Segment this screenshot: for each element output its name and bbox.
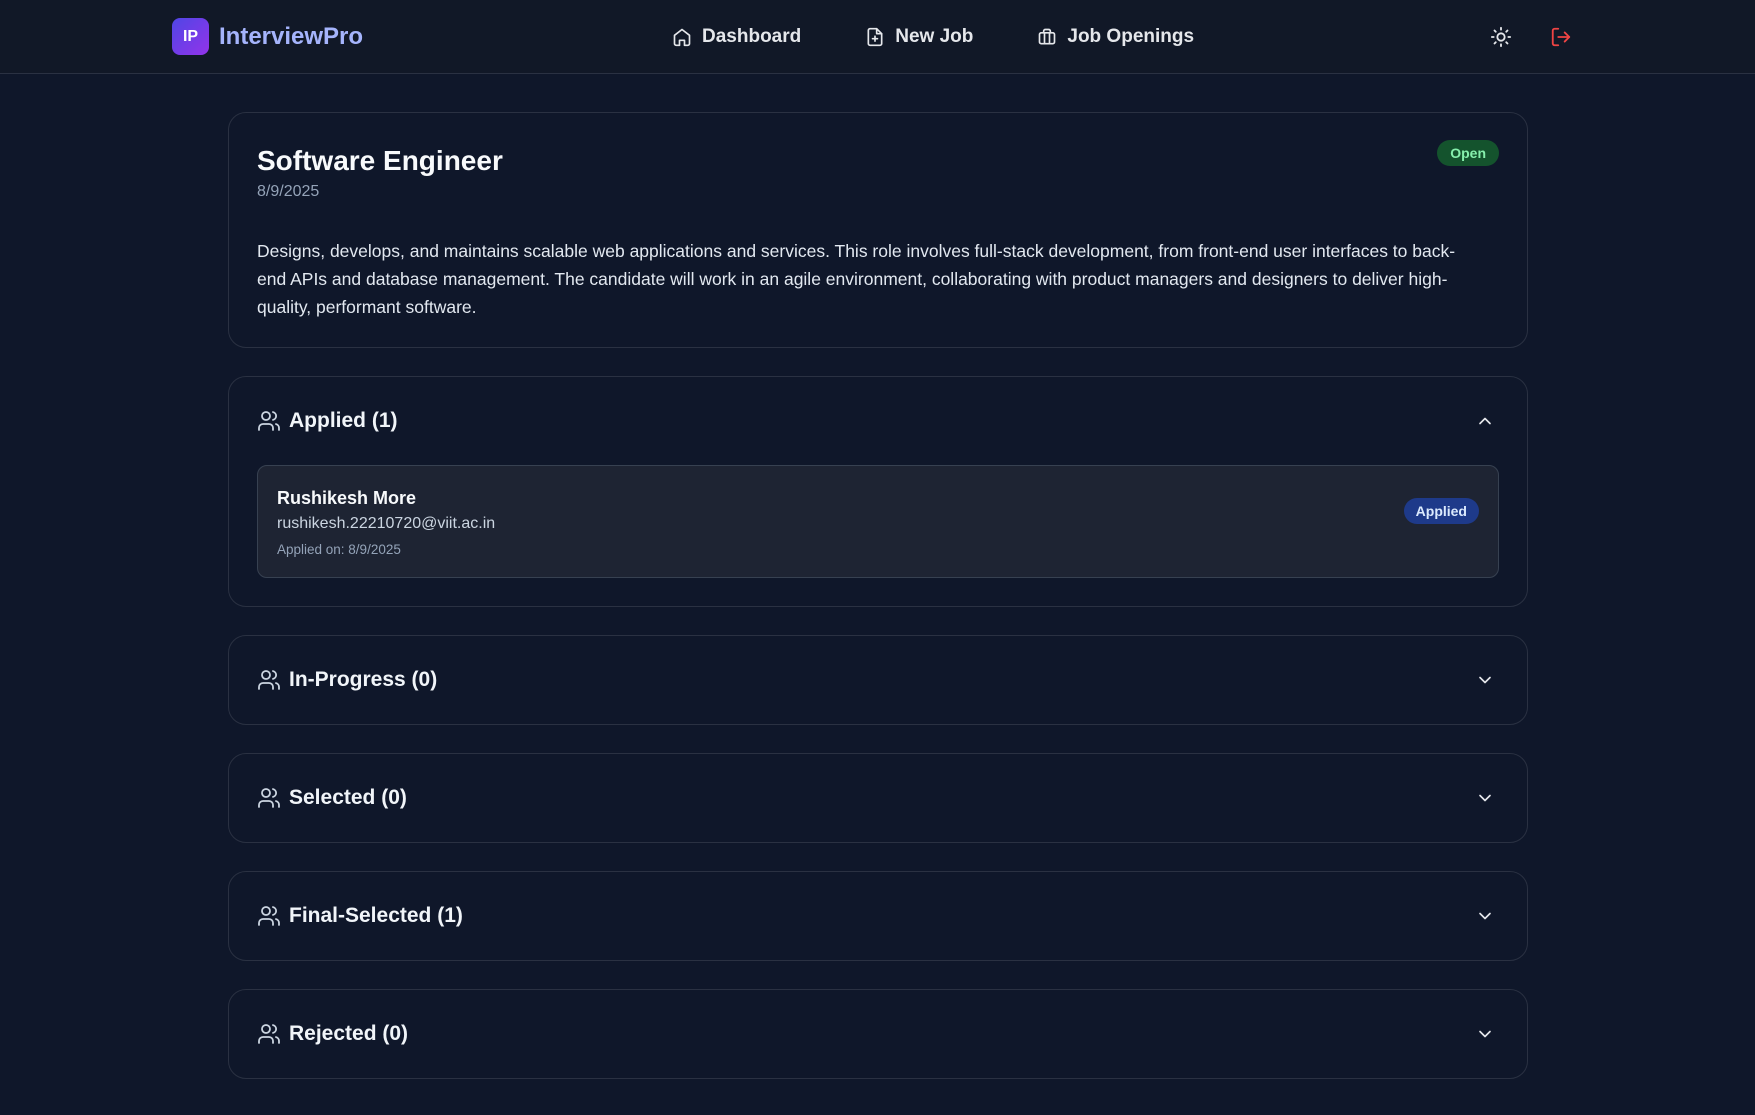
applicant-status-badge: Applied: [1403, 498, 1479, 524]
section-final-selected: Final-Selected (1): [228, 871, 1528, 961]
chevron-down-icon[interactable]: [1475, 906, 1495, 926]
nav-dashboard-label: Dashboard: [702, 26, 802, 47]
file-plus-icon: [867, 27, 883, 47]
nav-job-openings-label: Job Openings: [1067, 26, 1195, 47]
nav-job-openings[interactable]: Job Openings: [1037, 26, 1194, 48]
logout-icon[interactable]: [1550, 26, 1572, 48]
nav-new-job-label: New Job: [895, 26, 974, 47]
logo-badge: IP: [172, 18, 209, 55]
chevron-up-icon[interactable]: [1475, 411, 1495, 431]
section-rejected-header[interactable]: Rejected (0): [257, 990, 1499, 1078]
section-final-selected-title: Final-Selected (1): [289, 904, 463, 927]
nav-new-job[interactable]: New Job: [865, 26, 973, 48]
chevron-down-icon[interactable]: [1475, 788, 1495, 808]
users-icon: [258, 1024, 280, 1044]
app-name: InterviewPro: [219, 22, 364, 50]
section-rejected: Rejected (0): [228, 989, 1528, 1079]
app-logo[interactable]: IP InterviewPro: [172, 18, 363, 55]
section-in-progress-header[interactable]: In-Progress (0): [257, 636, 1499, 724]
section-selected-header[interactable]: Selected (0): [257, 754, 1499, 842]
section-in-progress: In-Progress (0): [228, 635, 1528, 725]
users-icon: [258, 788, 280, 808]
applicant-name: Rushikesh More: [277, 488, 417, 508]
users-icon: [258, 411, 280, 431]
top-navbar: IP InterviewPro Dashboard New Job Job Op…: [0, 0, 1755, 74]
section-final-selected-header[interactable]: Final-Selected (1): [257, 872, 1499, 960]
sun-icon[interactable]: [1490, 26, 1512, 48]
applicant-card[interactable]: Rushikesh More rushikesh.22210720@viit.a…: [257, 465, 1499, 578]
chevron-down-icon[interactable]: [1475, 670, 1495, 690]
job-details-card: Software Engineer 8/9/2025 Open Designs,…: [228, 112, 1528, 348]
applicant-email: rushikesh.22210720@viit.ac.in: [277, 515, 496, 532]
section-selected: Selected (0): [228, 753, 1528, 843]
section-selected-title: Selected (0): [289, 786, 407, 809]
users-icon: [258, 906, 280, 926]
section-applied-title: Applied (1): [289, 409, 398, 432]
section-applied: Applied (1) Rushikesh More rushikesh.222…: [228, 376, 1528, 607]
job-status-badge: Open: [1437, 140, 1499, 166]
briefcase-icon: [1039, 28, 1056, 45]
job-date: 8/9/2025: [257, 183, 320, 200]
job-title: Software Engineer: [257, 145, 503, 176]
users-icon: [258, 670, 280, 690]
section-applied-header[interactable]: Applied (1): [257, 377, 1499, 465]
nav-dashboard[interactable]: Dashboard: [672, 26, 801, 48]
nav-links: Dashboard New Job Job Openings: [672, 0, 1194, 74]
job-description: Designs, develops, and maintains scalabl…: [257, 241, 1456, 317]
applicant-applied-date: Applied on: 8/9/2025: [277, 542, 401, 557]
section-in-progress-title: In-Progress (0): [289, 668, 438, 691]
chevron-down-icon[interactable]: [1475, 1024, 1495, 1044]
home-icon: [673, 28, 691, 47]
section-rejected-title: Rejected (0): [289, 1022, 409, 1045]
